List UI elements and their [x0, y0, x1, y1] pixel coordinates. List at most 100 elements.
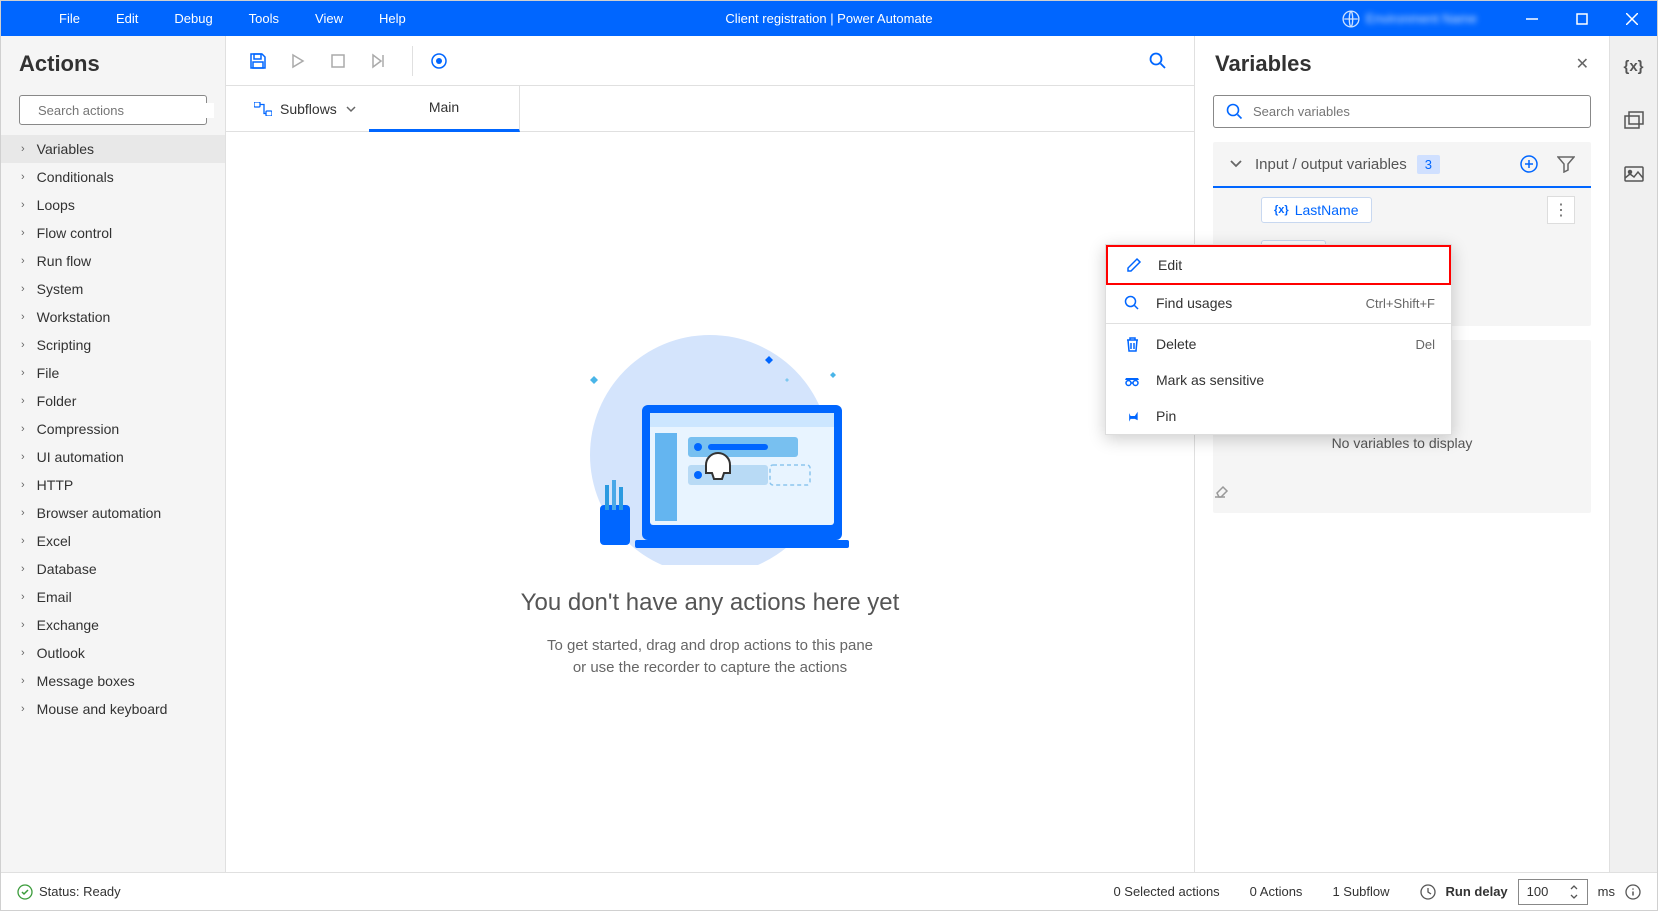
rail-variables-button[interactable]: {x} — [1618, 50, 1650, 82]
chevron-right-icon: › — [21, 591, 25, 603]
menu-debug[interactable]: Debug — [156, 3, 230, 34]
chevron-down-icon — [1229, 157, 1243, 171]
menu-tools[interactable]: Tools — [231, 3, 297, 34]
action-category-excel[interactable]: ›Excel — [1, 527, 225, 555]
action-category-scripting[interactable]: ›Scripting — [1, 331, 225, 359]
action-category-flow-control[interactable]: ›Flow control — [1, 219, 225, 247]
action-category-email[interactable]: ›Email — [1, 583, 225, 611]
context-find-usages[interactable]: Find usages Ctrl+Shift+F — [1106, 285, 1451, 321]
title-bar: File Edit Debug Tools View Help Client r… — [1, 1, 1657, 36]
save-button[interactable] — [242, 45, 274, 77]
chevron-right-icon: › — [21, 339, 25, 351]
chevron-right-icon: › — [21, 311, 25, 323]
chevron-right-icon: › — [21, 423, 25, 435]
menu-file[interactable]: File — [41, 3, 98, 34]
context-delete[interactable]: Delete Del — [1106, 326, 1451, 362]
variables-panel: Variables ✕ Input / output variables 3 {… — [1194, 36, 1609, 872]
menu-edit[interactable]: Edit — [98, 3, 156, 34]
search-icon — [1122, 295, 1142, 311]
canvas-search-button[interactable] — [1138, 41, 1178, 81]
variables-search-input[interactable] — [1253, 104, 1578, 119]
run-button[interactable] — [282, 45, 314, 77]
canvas-empty[interactable]: You don't have any actions here yet To g… — [226, 132, 1194, 872]
filter-icon[interactable] — [1557, 155, 1575, 173]
action-category-file[interactable]: ›File — [1, 359, 225, 387]
subflow-bar: Subflows Main — [226, 86, 1194, 132]
action-category-folder[interactable]: ›Folder — [1, 387, 225, 415]
recorder-button[interactable] — [423, 45, 455, 77]
check-circle-icon — [17, 884, 33, 900]
variable-icon: {x} — [1274, 204, 1289, 216]
variable-chip[interactable]: {x}LastName — [1261, 197, 1372, 223]
tab-main[interactable]: Main — [369, 86, 520, 132]
rail-ui-elements-button[interactable] — [1618, 104, 1650, 136]
action-category-variables[interactable]: ›Variables — [1, 135, 225, 163]
variables-search[interactable] — [1213, 95, 1591, 128]
variable-more-button[interactable]: ⋮ — [1547, 196, 1575, 224]
window-minimize[interactable] — [1507, 1, 1557, 36]
action-category-workstation[interactable]: ›Workstation — [1, 303, 225, 331]
actions-panel: Actions ›Variables ›Conditionals ›Loops … — [1, 36, 226, 872]
context-pin[interactable]: Pin — [1106, 398, 1451, 434]
action-category-run-flow[interactable]: ›Run flow — [1, 247, 225, 275]
subflows-dropdown[interactable]: Subflows — [242, 95, 369, 123]
action-category-ui-automation[interactable]: ›UI automation — [1, 443, 225, 471]
action-category-outlook[interactable]: ›Outlook — [1, 639, 225, 667]
run-delay-input[interactable]: 100 — [1518, 879, 1588, 905]
chevron-right-icon: › — [21, 507, 25, 519]
info-icon[interactable] — [1625, 884, 1641, 900]
status-bar: Status: Ready 0 Selected actions 0 Actio… — [1, 872, 1657, 910]
incognito-icon — [1122, 373, 1142, 387]
chevron-right-icon: › — [21, 283, 25, 295]
add-variable-button[interactable] — [1519, 154, 1539, 174]
context-edit[interactable]: Edit — [1106, 245, 1451, 285]
chevron-right-icon: › — [21, 703, 25, 715]
status-ready: Status: Ready — [17, 884, 121, 900]
clock-icon — [1420, 884, 1436, 900]
action-category-database[interactable]: ›Database — [1, 555, 225, 583]
context-mark-sensitive[interactable]: Mark as sensitive — [1106, 362, 1451, 398]
chevron-right-icon: › — [21, 675, 25, 687]
variable-row-lastname[interactable]: {x}LastName ⋮ — [1213, 188, 1591, 232]
status-subflows-count: 1 Subflow — [1332, 884, 1389, 899]
step-button[interactable] — [362, 45, 394, 77]
chevron-right-icon: › — [21, 563, 25, 575]
clear-button[interactable] — [1213, 481, 1591, 513]
edit-icon — [1124, 257, 1144, 273]
action-category-mouse-keyboard[interactable]: ›Mouse and keyboard — [1, 695, 225, 723]
chevron-right-icon: › — [21, 171, 25, 183]
chevron-right-icon: › — [21, 143, 25, 155]
chevron-right-icon: › — [21, 619, 25, 631]
stop-button[interactable] — [322, 45, 354, 77]
io-variables-header[interactable]: Input / output variables 3 — [1213, 142, 1591, 188]
chevron-right-icon: › — [21, 451, 25, 463]
action-category-compression[interactable]: ›Compression — [1, 415, 225, 443]
action-category-http[interactable]: ›HTTP — [1, 471, 225, 499]
variable-context-menu: Edit Find usages Ctrl+Shift+F Delete Del… — [1105, 244, 1452, 435]
chevron-right-icon: › — [21, 479, 25, 491]
action-category-loops[interactable]: ›Loops — [1, 191, 225, 219]
actions-search[interactable] — [19, 95, 207, 125]
subflow-icon — [254, 102, 272, 116]
spinner-icon[interactable] — [1569, 884, 1579, 900]
actions-list[interactable]: ›Variables ›Conditionals ›Loops ›Flow co… — [1, 135, 225, 872]
delete-icon — [1122, 336, 1142, 352]
menu-view[interactable]: View — [297, 3, 361, 34]
window-close[interactable] — [1607, 1, 1657, 36]
empty-subtext: To get started, drag and drop actions to… — [547, 635, 873, 680]
action-category-exchange[interactable]: ›Exchange — [1, 611, 225, 639]
action-category-conditionals[interactable]: ›Conditionals — [1, 163, 225, 191]
window-maximize[interactable] — [1557, 1, 1607, 36]
action-category-system[interactable]: ›System — [1, 275, 225, 303]
variables-close-button[interactable]: ✕ — [1576, 54, 1589, 74]
right-rail: {x} — [1609, 36, 1657, 872]
actions-search-input[interactable] — [38, 103, 214, 118]
menu-help[interactable]: Help — [361, 3, 424, 34]
action-category-browser-automation[interactable]: ›Browser automation — [1, 499, 225, 527]
ms-label: ms — [1598, 884, 1615, 899]
chevron-right-icon: › — [21, 535, 25, 547]
action-category-message-boxes[interactable]: ›Message boxes — [1, 667, 225, 695]
status-actions-count: 0 Actions — [1250, 884, 1303, 899]
rail-images-button[interactable] — [1618, 158, 1650, 190]
environment-badge[interactable]: Environment Name — [1342, 10, 1477, 28]
